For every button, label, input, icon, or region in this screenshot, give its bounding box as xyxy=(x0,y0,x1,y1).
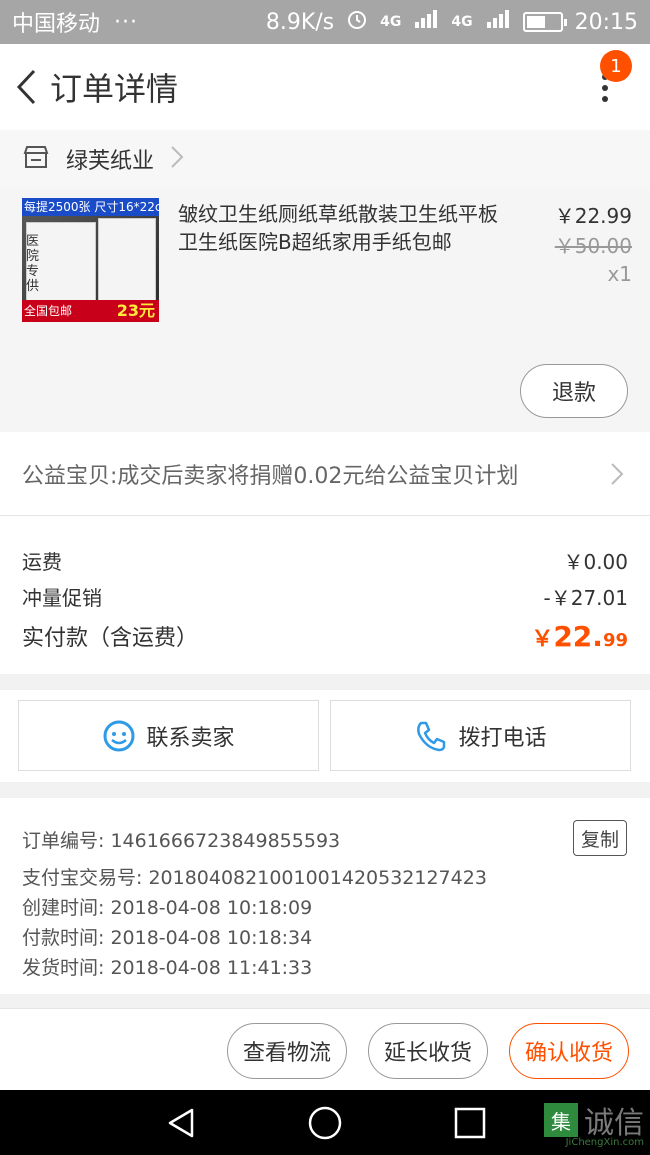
thumbnail-top-text: 每提2500张 尺寸16*22cm xyxy=(22,198,159,216)
store-icon xyxy=(22,144,50,174)
paper-stack-graphic xyxy=(98,218,156,308)
signal-icon-2 xyxy=(485,8,511,36)
paid-decimal: 99 xyxy=(602,630,628,651)
system-nav-bar: 集 诚信 JiChengXin.com xyxy=(0,1090,650,1155)
network-type-label: 4G xyxy=(380,14,402,30)
promo-value: -￥27.01 xyxy=(543,586,628,610)
paid-time: 付款时间: 2018-04-08 10:18:34 xyxy=(22,927,313,949)
contact-seller-button[interactable]: 联系卖家 xyxy=(18,700,319,771)
nav-bar: 订单详情 1 xyxy=(0,44,650,130)
shop-name: 绿芙纸业 xyxy=(66,149,155,174)
page-title: 订单详情 xyxy=(50,70,179,108)
watermark-text: 诚信 xyxy=(584,1106,644,1141)
more-dot-icon xyxy=(602,85,608,91)
paid-currency: ￥ xyxy=(531,627,554,652)
network-speed: 8.9K/s xyxy=(265,9,335,35)
thumbnail-side-text: 医院专供 xyxy=(26,234,40,294)
shop-row[interactable]: 绿芙纸业 xyxy=(0,130,650,188)
confirm-receipt-button[interactable]: 确认收货 xyxy=(509,1023,629,1079)
carrier-label: 中国移动 xyxy=(12,12,101,37)
product-original-price: ￥50.00 xyxy=(554,234,632,258)
extend-receipt-button[interactable]: 延长收货 xyxy=(368,1023,488,1079)
promo-row: 冲量促销 -￥27.01 xyxy=(22,582,628,611)
charity-text: 公益宝贝:成交后卖家将捐赠0.02元给公益宝贝计划 xyxy=(22,463,519,489)
chevron-right-icon xyxy=(610,462,624,490)
call-phone-label: 拨打电话 xyxy=(458,725,547,751)
paid-label: 实付款（含运费） xyxy=(22,626,199,651)
alarm-icon xyxy=(346,8,368,36)
battery-icon xyxy=(522,12,567,32)
alipay-trade-number: 支付宝交易号: 2018040821001001420532127423 xyxy=(22,867,487,889)
promo-label: 冲量促销 xyxy=(22,586,102,610)
product-thumbnail[interactable]: 每提2500张 尺寸16*22cm 医院专供 全国包邮 23元 xyxy=(22,198,159,322)
product-quantity: x1 xyxy=(607,262,632,286)
watermark-url: JiChengXin.com xyxy=(565,1137,644,1148)
watermark-mark: 集 xyxy=(544,1103,578,1137)
clock: 20:15 xyxy=(574,9,638,35)
paid-integer: 22. xyxy=(553,620,603,653)
shipped-time: 发货时间: 2018-04-08 11:41:33 xyxy=(22,957,313,979)
charity-row[interactable]: 公益宝贝:成交后卖家将捐赠0.02元给公益宝贝计划 xyxy=(0,432,650,516)
shipping-label: 运费 xyxy=(22,550,62,574)
network-type-label-2: 4G xyxy=(451,14,473,30)
status-bar: 中国移动 ··· 8.9K/s 4G 4G 20:15 xyxy=(0,0,650,44)
call-phone-button[interactable]: 拨打电话 xyxy=(330,700,631,771)
notification-badge: 1 xyxy=(600,50,632,82)
notification-dots: ··· xyxy=(114,9,138,35)
chevron-right-icon xyxy=(170,145,184,173)
order-number: 订单编号: 1461666723849855593 xyxy=(22,830,341,852)
product-card[interactable]: 每提2500张 尺寸16*22cm 医院专供 全国包邮 23元 皱纹卫生纸厕纸草… xyxy=(0,188,650,432)
signal-icon xyxy=(413,8,439,36)
more-dot-icon xyxy=(602,96,608,102)
back-button[interactable] xyxy=(4,44,48,130)
watermark-logo: 集 诚信 JiChengXin.com xyxy=(544,1098,644,1148)
copy-button[interactable]: 复制 xyxy=(573,820,627,856)
nav-home-icon[interactable] xyxy=(307,1106,343,1146)
created-time: 创建时间: 2018-04-08 10:18:09 xyxy=(22,897,313,919)
phone-icon xyxy=(417,721,446,751)
contact-seller-label: 联系卖家 xyxy=(146,725,235,751)
product-title[interactable]: 皱纹卫生纸厕纸草纸散装卫生纸平板卫生纸医院B超纸家用手纸包邮 xyxy=(178,200,508,256)
paid-amount: ￥22.99 xyxy=(531,620,628,653)
order-info: 订单编号: 1461666723849855593 支付宝交易号: 201804… xyxy=(0,798,650,994)
nav-recents-icon[interactable] xyxy=(453,1106,487,1144)
product-price: ￥22.99 xyxy=(554,204,632,228)
contact-bar: 联系卖家 拨打电话 xyxy=(0,690,650,782)
fee-summary: 运费 ￥0.00 冲量促销 -￥27.01 实付款（含运费） ￥22.99 xyxy=(0,516,650,674)
thumbnail-price-text: 23元 xyxy=(116,301,155,320)
refund-button[interactable]: 退款 xyxy=(520,364,628,418)
shipping-row: 运费 ￥0.00 xyxy=(22,546,628,575)
shipping-value: ￥0.00 xyxy=(563,550,628,574)
chevron-left-icon xyxy=(16,69,36,105)
order-actions: 查看物流 延长收货 确认收货 xyxy=(0,1008,650,1090)
nav-back-icon[interactable] xyxy=(164,1106,198,1144)
paid-row: 实付款（含运费） ￥22.99 xyxy=(22,620,628,653)
chat-smile-icon xyxy=(103,720,135,751)
view-logistics-button[interactable]: 查看物流 xyxy=(227,1023,347,1079)
